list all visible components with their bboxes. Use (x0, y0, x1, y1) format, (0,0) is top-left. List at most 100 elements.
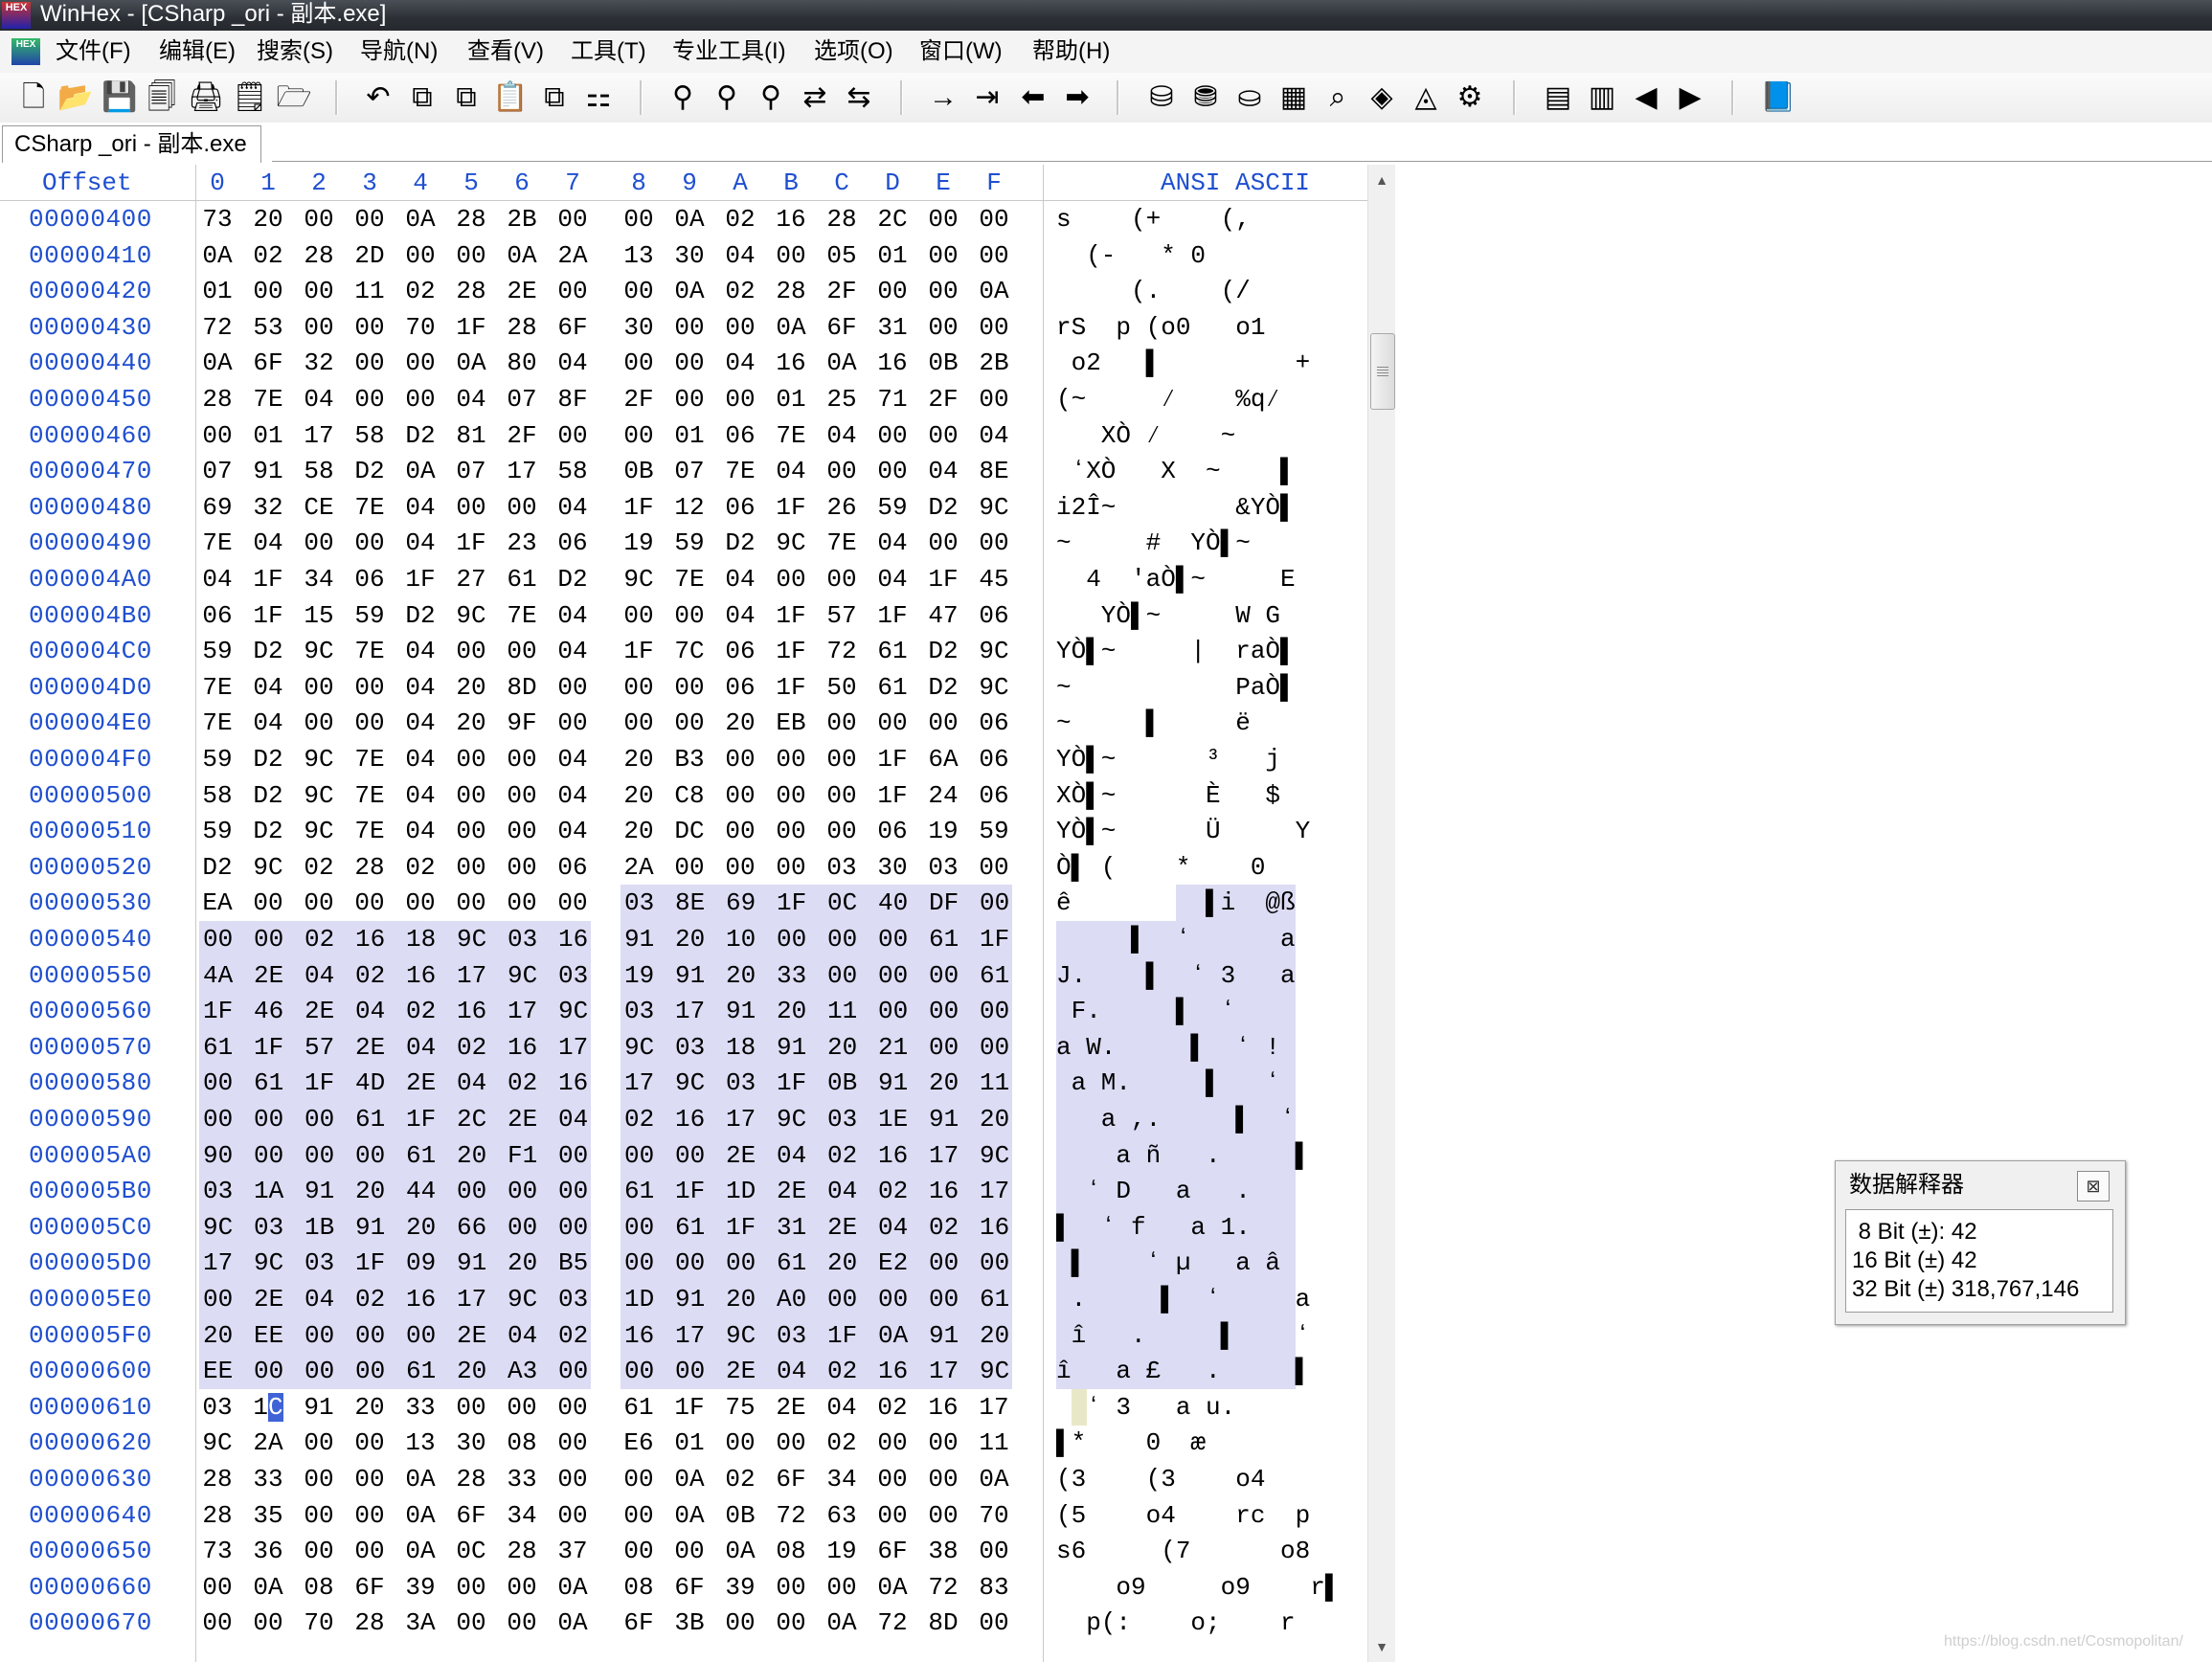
hex-byte[interactable]: 59 (874, 489, 911, 526)
hex-byte[interactable]: 02 (402, 849, 439, 886)
hex-byte[interactable]: 17 (976, 1389, 1012, 1426)
hex-byte[interactable]: 12 (671, 489, 708, 526)
hex-byte[interactable]: 00 (402, 885, 439, 921)
hex-byte[interactable]: 16 (453, 993, 504, 1030)
row-offset[interactable]: 00000530 (29, 885, 152, 921)
hex-byte[interactable]: 04 (554, 489, 591, 526)
hex-byte[interactable]: 00 (874, 1461, 911, 1497)
hex-byte[interactable]: 02 (250, 237, 286, 274)
hex-byte[interactable]: 8E (976, 453, 1012, 489)
ascii-text[interactable]: ~ # YÒ▌~ (1056, 525, 1296, 561)
hex-byte[interactable]: 72 (199, 309, 236, 346)
ascii-text[interactable]: (3 (3 o4 (1056, 1461, 1310, 1497)
hex-byte[interactable]: 30 (621, 309, 657, 346)
hex-byte[interactable]: 28 (504, 309, 540, 346)
row-offset[interactable]: 000005C0 (29, 1209, 152, 1246)
hex-byte[interactable]: 00 (925, 1281, 976, 1317)
hex-byte[interactable]: 28 (199, 381, 236, 417)
hex-byte[interactable]: A0 (773, 1281, 824, 1317)
hex-byte[interactable]: 1F (671, 1173, 722, 1210)
hex-byte[interactable]: 00 (976, 1533, 1012, 1569)
hex-byte[interactable]: 17 (722, 1101, 773, 1137)
hex-byte[interactable]: EE (250, 1316, 301, 1354)
back-arrow-icon[interactable]: ⬅ (1015, 79, 1051, 116)
hex-byte[interactable]: 00 (301, 525, 337, 561)
hex-byte[interactable]: 02 (453, 1028, 504, 1066)
hex-byte[interactable]: 03 (671, 1028, 722, 1066)
hex-byte[interactable]: 63 (824, 1497, 860, 1534)
hex-byte[interactable]: D2 (250, 813, 286, 849)
hex-byte[interactable]: 00 (453, 813, 489, 849)
hex-byte[interactable]: 2E (824, 1208, 874, 1246)
hex-byte[interactable]: 04 (874, 525, 911, 561)
hex-byte[interactable]: 02 (824, 1353, 874, 1390)
hex-byte[interactable]: 53 (250, 309, 286, 346)
hex-byte[interactable]: 00 (301, 1425, 337, 1461)
hex-byte[interactable]: 00 (722, 1425, 758, 1461)
hex-byte[interactable]: 16 (554, 921, 591, 957)
hex-byte[interactable]: 61 (402, 1353, 453, 1390)
menu-edit[interactable]: 编辑(E) (159, 31, 236, 73)
hex-byte[interactable]: 00 (874, 453, 911, 489)
hex-byte[interactable]: 20 (773, 993, 824, 1030)
hex-byte[interactable]: 16 (773, 201, 809, 237)
hex-byte[interactable]: 03 (199, 1173, 250, 1210)
hex-byte[interactable]: 04 (824, 1173, 874, 1210)
hex-byte[interactable]: 06 (351, 561, 388, 597)
hex-byte[interactable]: 00 (554, 669, 591, 706)
hex-byte[interactable]: 00 (621, 201, 657, 237)
ascii-text[interactable]: J. ▌ ʻ 3 a (1056, 957, 1296, 994)
hex-byte[interactable]: 04 (554, 741, 591, 777)
find-hex-icon[interactable]: ⚲ (709, 79, 745, 116)
hex-byte[interactable]: 00 (301, 1461, 337, 1497)
ascii-text[interactable]: ê ▌i @ß (1056, 885, 1310, 921)
hex-byte[interactable]: 20 (453, 1136, 504, 1174)
goto-offset-icon[interactable]: → (925, 79, 961, 116)
goto-sector-icon[interactable]: ⇥ (969, 79, 1005, 116)
hex-byte[interactable]: 80 (504, 345, 540, 381)
ascii-text[interactable]: a ,. ▌ ʻ (1056, 1101, 1310, 1137)
hex-byte[interactable]: 00 (554, 1497, 591, 1534)
hex-byte[interactable]: D2 (554, 561, 591, 597)
hex-byte[interactable]: 00 (824, 1569, 860, 1606)
hex-byte[interactable]: 4A (199, 956, 250, 994)
hex-byte[interactable]: 11 (351, 273, 388, 309)
hex-byte[interactable]: 8D (504, 669, 540, 706)
hex-byte[interactable]: 00 (722, 1245, 773, 1282)
ascii-text[interactable]: YÒ▌~ | raÒ▌ (1056, 633, 1296, 669)
hex-byte[interactable]: 00 (671, 597, 708, 634)
hex-byte[interactable]: 28 (453, 201, 489, 237)
hex-byte[interactable]: 2E (773, 1389, 809, 1426)
row-offset[interactable]: 00000560 (29, 993, 152, 1029)
hex-byte[interactable]: 00 (671, 1136, 722, 1174)
open-folder-icon[interactable]: 📂 (57, 79, 94, 116)
hex-byte[interactable]: 6F (351, 1569, 388, 1606)
hex-byte[interactable]: 0A (671, 273, 708, 309)
hex-byte[interactable]: 00 (351, 345, 388, 381)
hex-byte[interactable]: 9C (671, 1065, 722, 1102)
hex-byte[interactable]: 0A (402, 201, 439, 237)
hex-byte[interactable]: 6F (773, 1461, 809, 1497)
hex-byte[interactable]: 16 (976, 1208, 1012, 1246)
hex-byte[interactable]: 7E (199, 525, 236, 561)
menu-view[interactable]: 查看(V) (467, 31, 544, 73)
hex-byte[interactable]: 06 (874, 813, 911, 849)
hex-byte[interactable]: 00 (874, 956, 925, 994)
hex-byte[interactable]: 1F (453, 525, 489, 561)
ascii-text[interactable]: o2 ▌ + (1056, 345, 1311, 381)
hex-byte[interactable]: 9C (976, 1353, 1012, 1390)
forward-arrow-icon[interactable]: ➡ (1059, 79, 1095, 116)
hex-byte[interactable]: 18 (722, 1028, 773, 1066)
hex-byte[interactable]: 20 (621, 741, 657, 777)
ascii-text[interactable]: Ò▌ ( * 0 (1056, 849, 1296, 886)
hex-byte[interactable]: 91 (773, 1028, 824, 1066)
hex-byte[interactable]: 00 (773, 1425, 809, 1461)
hex-byte[interactable]: 23 (504, 525, 540, 561)
hex-byte[interactable]: 18 (402, 921, 453, 957)
hex-byte[interactable]: 61 (250, 1065, 301, 1102)
hex-byte[interactable]: 03 (250, 1208, 301, 1246)
hex-byte[interactable]: 00 (504, 1605, 540, 1641)
hex-byte[interactable]: 1F (250, 1028, 301, 1066)
hex-byte[interactable]: 06 (554, 849, 591, 886)
document-menu-icon[interactable]: HEX (11, 38, 40, 65)
